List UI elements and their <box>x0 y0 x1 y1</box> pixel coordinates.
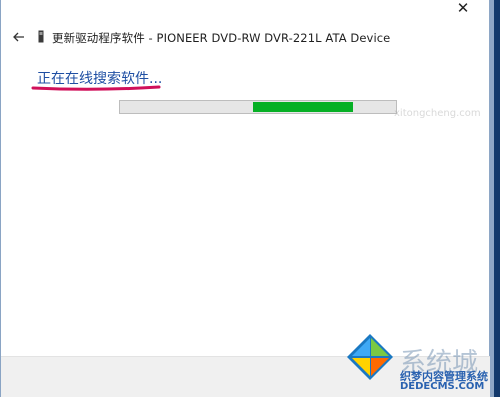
close-icon: ✕ <box>456 0 470 17</box>
watermark-url: DEDECMS.COM <box>400 381 485 392</box>
device-icon <box>38 30 44 43</box>
annotation-underline <box>31 85 161 91</box>
close-button[interactable]: ✕ <box>455 0 471 17</box>
window-title: 更新驱动程序软件 - PIONEER DVD-RW DVR-221L ATA D… <box>52 31 391 45</box>
back-arrow-icon <box>13 32 24 42</box>
progress-bar-fill <box>253 102 353 112</box>
back-button[interactable] <box>11 29 27 45</box>
progress-bar <box>119 100 397 114</box>
windows-logo-icon <box>347 334 393 380</box>
update-driver-dialog: ✕ 更新驱动程序软件 - PIONEER DVD-RW DVR-221L ATA… <box>0 0 494 397</box>
watermark-faint-text: xitongcheng.com <box>394 108 481 119</box>
